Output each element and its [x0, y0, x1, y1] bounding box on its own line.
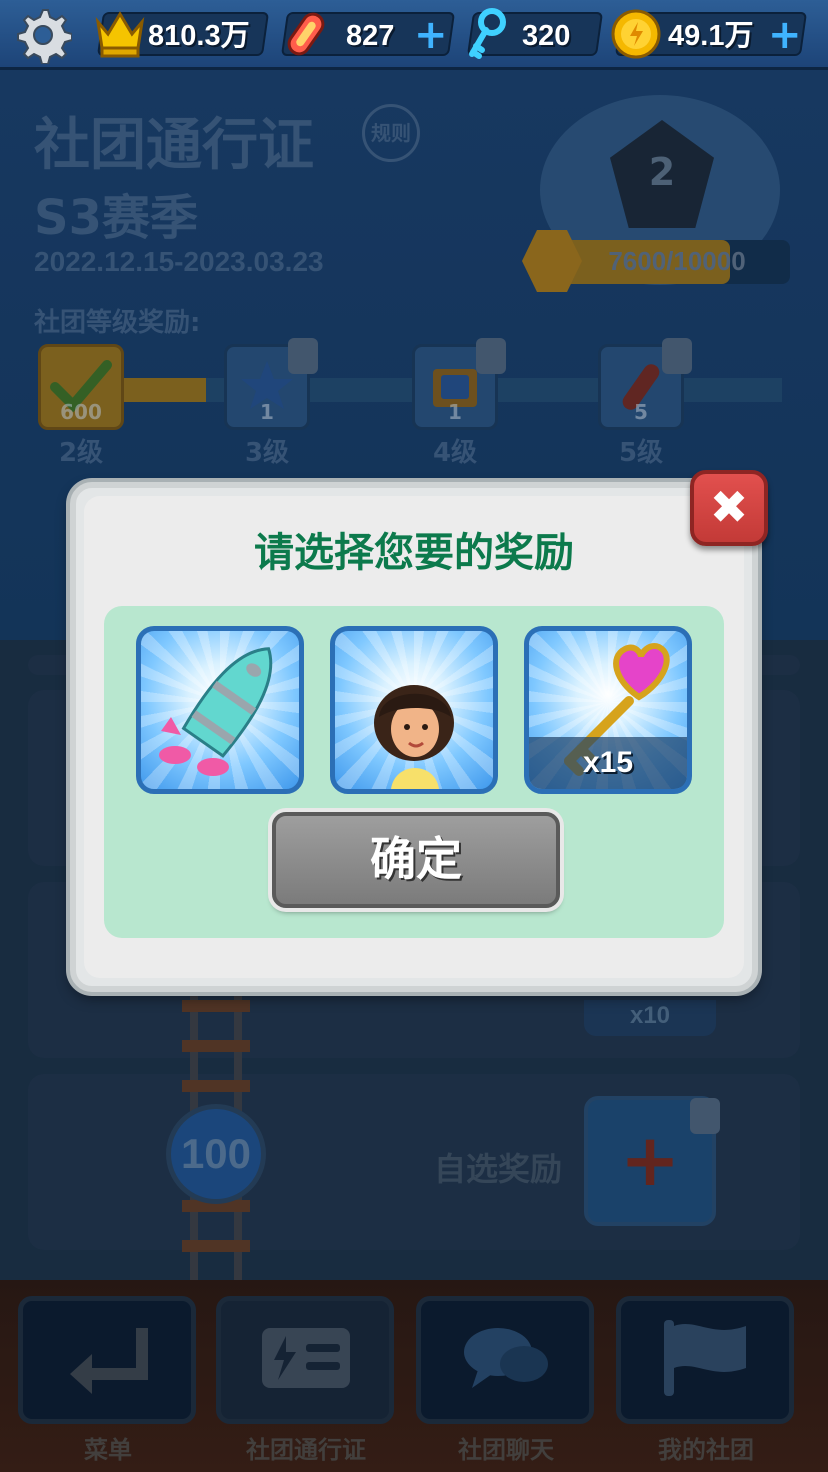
hoverboard-icon — [278, 6, 334, 62]
add-coin-button[interactable]: + — [768, 15, 802, 55]
confirm-button[interactable]: 确定 — [272, 812, 560, 908]
rocket-icon — [159, 647, 273, 776]
key-value: 320 — [522, 20, 571, 52]
coin-icon — [608, 6, 664, 62]
crown-value: 810.3万 — [148, 20, 250, 52]
crown-icon — [92, 4, 148, 60]
reward-option-rocket[interactable] — [136, 626, 304, 794]
key-icon — [462, 6, 512, 62]
coin-value: 49.1万 — [668, 20, 754, 52]
reward-option-keys[interactable]: x15 — [524, 626, 692, 794]
key-quantity: x15 — [529, 737, 687, 789]
character-icon — [374, 685, 454, 789]
settings-gear-icon[interactable] — [14, 6, 73, 65]
dialog-title: 请选择您要的奖励 — [254, 530, 574, 576]
reward-option-character[interactable] — [330, 626, 498, 794]
add-board-button[interactable]: + — [414, 15, 448, 55]
board-value: 827 — [346, 20, 395, 52]
close-button[interactable]: ✖ — [690, 470, 768, 546]
close-icon: ✖ — [709, 480, 749, 534]
